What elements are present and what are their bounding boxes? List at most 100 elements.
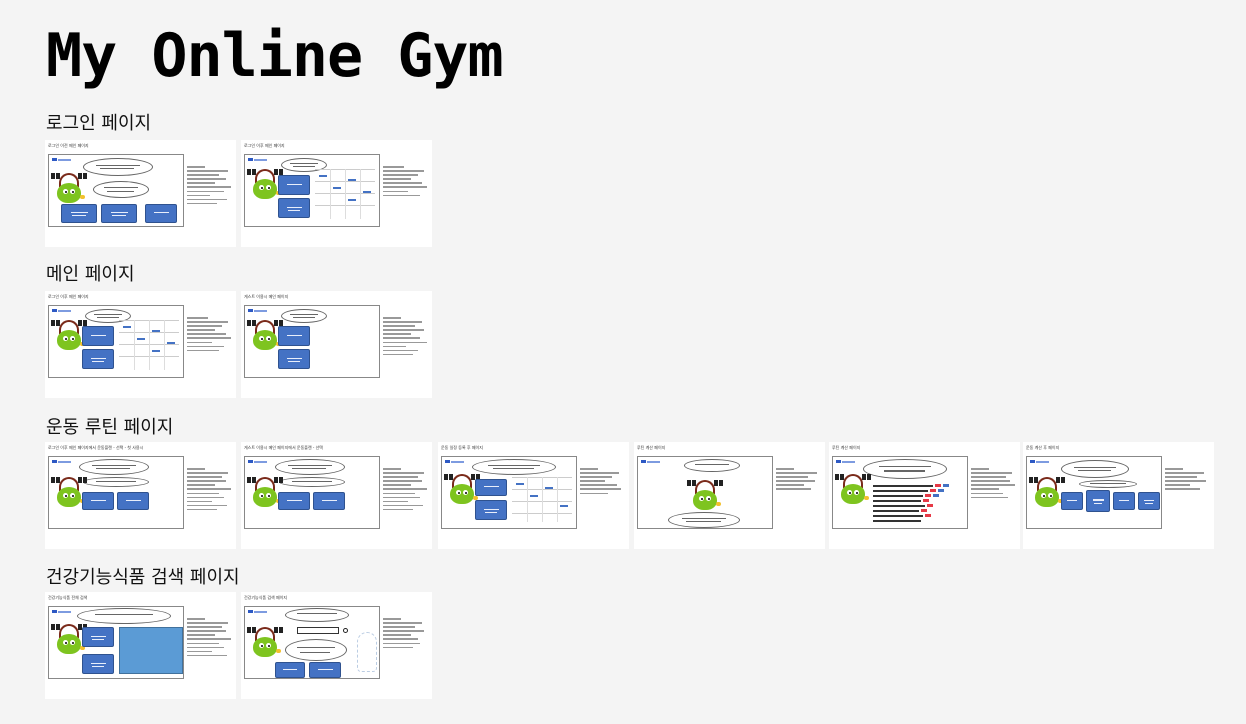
schedule-chart — [315, 169, 375, 219]
slide-notes — [383, 618, 429, 651]
speech-bubble — [285, 639, 347, 661]
search-input[interactable] — [297, 627, 339, 634]
slide-preview — [244, 606, 380, 679]
mascot-icon — [247, 627, 283, 659]
slide-caption: 루틴 계산 페이지 — [637, 445, 666, 450]
search-icon[interactable] — [343, 628, 348, 633]
option-button[interactable] — [1061, 492, 1083, 510]
slide-caption: 로그인 이전 메인 페이지 — [48, 143, 89, 148]
option-button[interactable] — [1086, 490, 1110, 512]
mascot-icon — [247, 477, 283, 509]
logo-icon — [836, 460, 856, 463]
mascot-icon — [247, 169, 283, 201]
logo-icon — [445, 460, 465, 463]
slide-notes — [580, 468, 626, 497]
slide-caption: 로그인 이후 메인 페이지 — [48, 294, 89, 299]
option-button[interactable] — [475, 500, 507, 520]
slide-card[interactable]: 운동 일정 등록 후 페이지 — [438, 442, 629, 549]
runner-icon — [357, 632, 377, 672]
page-title: My Online Gym — [46, 21, 504, 91]
logo-icon — [52, 610, 72, 613]
slide-card[interactable]: 게스트 이용시 메인 페이지 — [241, 291, 432, 398]
speech-bubble — [684, 459, 740, 472]
speech-bubble — [79, 459, 149, 475]
slide-caption: 게스트 이용시 메인 페이지 — [244, 294, 289, 299]
workout-button[interactable] — [82, 326, 114, 346]
slide-notes — [187, 468, 233, 513]
slide-preview — [244, 456, 380, 529]
slide-card[interactable]: 로그인 이후 메인 페이지 — [241, 140, 432, 247]
slide-card[interactable]: 로그인 이전 메인 페이지 — [45, 140, 236, 247]
schedule-chart — [512, 477, 572, 522]
slide-preview — [244, 305, 380, 378]
guest-button[interactable] — [145, 204, 177, 223]
speech-bubble — [93, 181, 149, 198]
slide-preview — [48, 154, 184, 227]
option-button[interactable] — [1113, 492, 1135, 510]
slide-preview — [441, 456, 577, 529]
option-button[interactable] — [313, 492, 345, 510]
schedule-chart — [119, 320, 179, 370]
slide-preview — [1026, 456, 1162, 529]
option-button[interactable] — [309, 662, 341, 678]
option-button[interactable] — [475, 479, 507, 496]
option-button[interactable] — [117, 492, 149, 510]
slide-card[interactable]: 건강기능식품 전체 검색 — [45, 592, 236, 699]
option-button[interactable] — [278, 492, 310, 510]
slide-card[interactable]: 운동 계산 후 페이지 — [1023, 442, 1214, 549]
mascot-icon — [247, 320, 283, 352]
slide-card[interactable]: 루틴 계산 페이지 — [634, 442, 825, 549]
speech-bubble — [275, 459, 345, 475]
logo-icon — [52, 158, 72, 161]
workout-button[interactable] — [278, 175, 310, 195]
slide-card[interactable]: 루틴 계산 페이지 — [829, 442, 1020, 549]
option-button[interactable] — [82, 654, 114, 674]
mascot-icon — [444, 474, 480, 506]
option-button[interactable] — [1138, 492, 1160, 510]
speech-bubble — [83, 158, 153, 176]
slide-notes — [383, 166, 429, 199]
slide-card[interactable]: 로그인 이후 메인 페이지에서 운동플랜 - 선택 - 첫 사용시 — [45, 442, 236, 549]
logo-icon — [248, 309, 268, 312]
slide-notes — [187, 618, 233, 659]
workout-button[interactable] — [278, 326, 310, 346]
mascot-icon — [687, 480, 723, 512]
slide-caption: 건강기능식품 검색 페이지 — [244, 595, 288, 600]
mascot-icon — [51, 624, 87, 656]
slide-preview — [48, 456, 184, 529]
supplement-button[interactable] — [278, 198, 310, 218]
logo-icon — [52, 309, 72, 312]
option-button[interactable] — [82, 627, 114, 647]
slide-preview — [832, 456, 968, 529]
login-button[interactable] — [101, 204, 137, 223]
speech-bubble — [668, 512, 740, 528]
logo-icon — [248, 610, 268, 613]
slide-preview — [244, 154, 380, 227]
section-title-login: 로그인 페이지 — [46, 113, 152, 134]
supplement-button[interactable] — [278, 349, 310, 369]
slide-caption: 게스트 이용시 메인 페이지에서 운동플랜 - 선택 — [244, 445, 323, 450]
speech-bubble — [83, 477, 149, 487]
option-button[interactable] — [275, 662, 305, 678]
slide-caption: 운동 계산 후 페이지 — [1026, 445, 1060, 450]
mascot-icon — [51, 477, 87, 509]
mascot-icon — [1029, 477, 1065, 509]
login-button[interactable] — [61, 204, 97, 223]
mascot-icon — [51, 320, 87, 352]
slide-card[interactable]: 로그인 이후 메인 페이지 — [45, 291, 236, 398]
slide-caption: 로그인 이후 메인 페이지에서 운동플랜 - 선택 - 첫 사용시 — [48, 445, 144, 450]
supplement-button[interactable] — [82, 349, 114, 369]
slide-caption: 루틴 계산 페이지 — [832, 445, 861, 450]
slide-notes — [187, 317, 233, 354]
speech-bubble — [863, 459, 947, 479]
option-button[interactable] — [82, 492, 114, 510]
speech-bubble — [1079, 480, 1137, 488]
slide-notes — [383, 317, 429, 358]
slide-caption: 건강기능식품 전체 검색 — [48, 595, 88, 600]
logo-icon — [248, 460, 268, 463]
slide-caption: 운동 일정 등록 후 페이지 — [441, 445, 483, 450]
section-title-main: 메인 페이지 — [46, 264, 135, 285]
logo-icon — [52, 460, 72, 463]
slide-card[interactable]: 건강기능식품 검색 페이지 — [241, 592, 432, 699]
slide-card[interactable]: 게스트 이용시 메인 페이지에서 운동플랜 - 선택 — [241, 442, 432, 549]
